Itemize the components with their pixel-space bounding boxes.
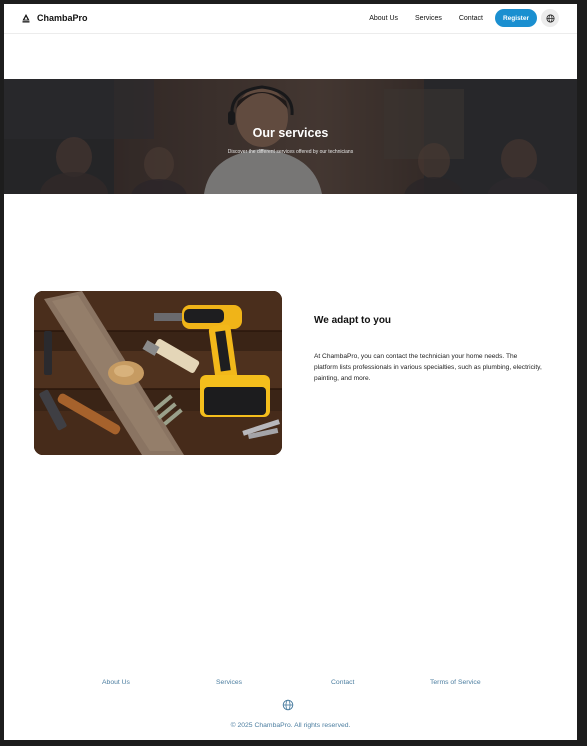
register-button[interactable]: Register (494, 9, 537, 27)
hero-banner: Our services Discover the different serv… (4, 79, 577, 194)
hero-subtitle: Discover the different services offered … (227, 149, 354, 155)
top-navbar: ChambaPro About Us Services Contact Regi… (4, 4, 577, 34)
brand-logo[interactable]: ChambaPro (21, 13, 88, 23)
footer-link-terms[interactable]: Terms of Service (430, 679, 481, 686)
feature-heading: We adapt to you (314, 315, 392, 326)
hero-title: Our services (252, 126, 329, 140)
feature-description: At ChambaPro, you can contact the techni… (314, 353, 542, 382)
copyright-text: © 2025 ChambaPro. All rights reserved. (230, 722, 351, 729)
main-nav: About Us Services Contact Register (369, 9, 559, 27)
language-button[interactable] (541, 9, 559, 27)
globe-icon (545, 13, 555, 23)
footer-link-contact[interactable]: Contact (331, 679, 354, 686)
nav-contact[interactable]: Contact (459, 15, 483, 22)
footer-globe-icon[interactable] (282, 699, 294, 711)
footer-link-about-us[interactable]: About Us (102, 679, 130, 686)
nav-services[interactable]: Services (415, 15, 442, 22)
brand-logo-icon (22, 14, 30, 23)
tools-image (34, 291, 282, 455)
tools-photo (34, 291, 282, 455)
brand-name: ChambaPro (37, 13, 88, 23)
page: ChambaPro About Us Services Contact Regi… (4, 4, 577, 740)
footer-link-services[interactable]: Services (216, 679, 242, 686)
footer-nav: About Us Services Contact Terms of Servi… (4, 679, 577, 689)
nav-about-us[interactable]: About Us (369, 15, 398, 22)
